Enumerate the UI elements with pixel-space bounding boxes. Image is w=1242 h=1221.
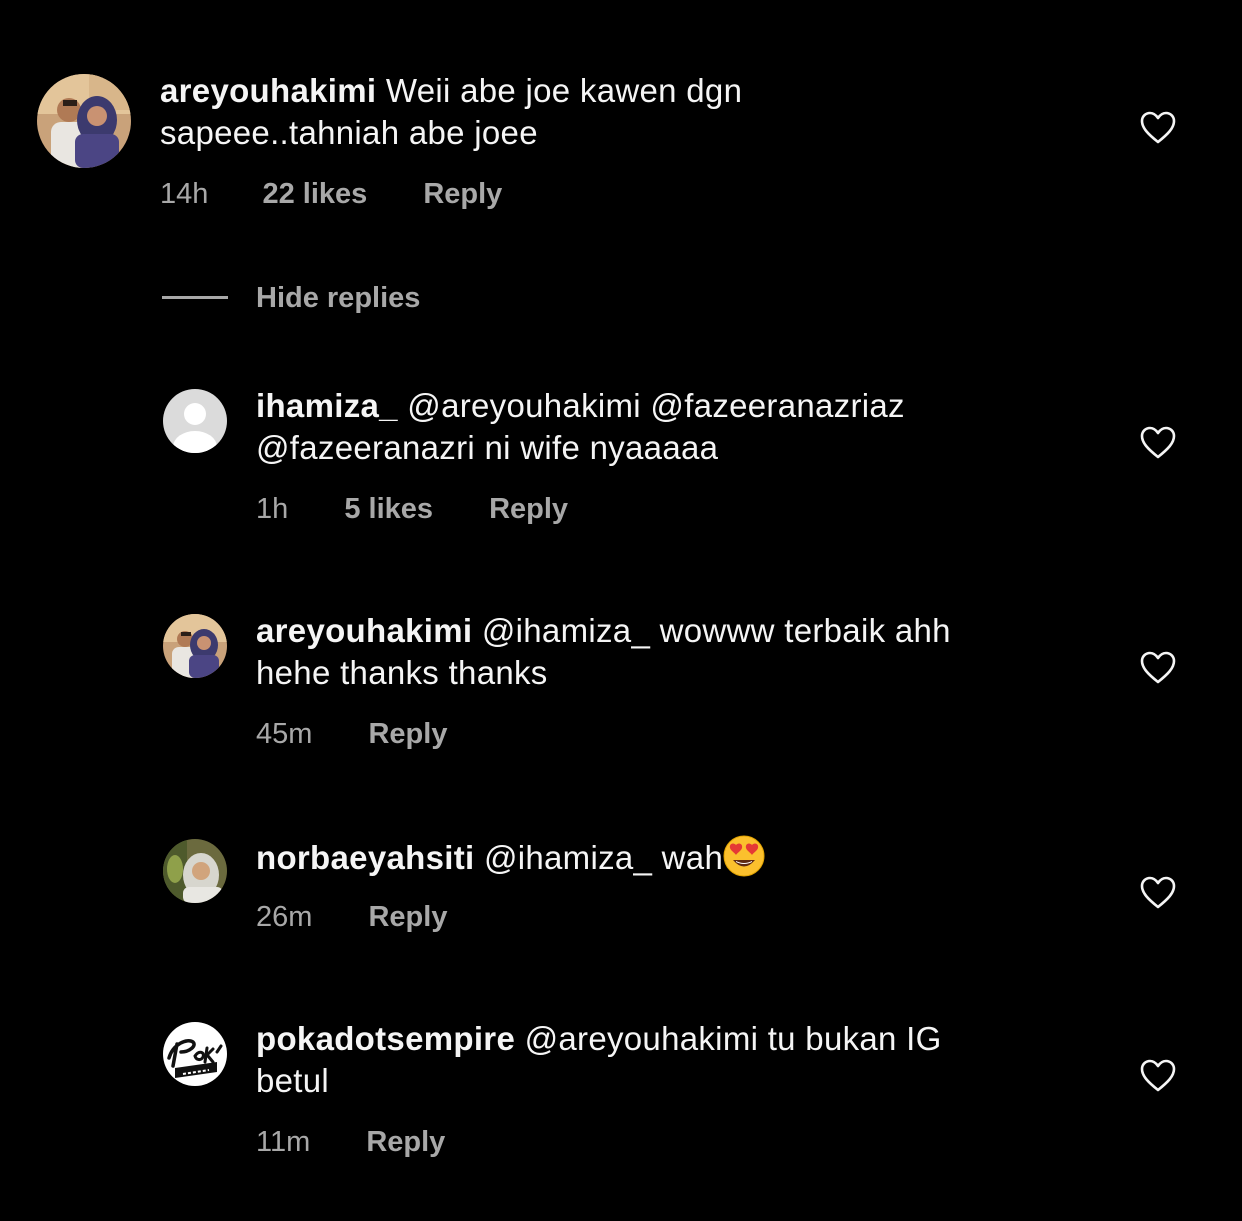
heart-eyes-emoji xyxy=(723,835,765,877)
avatar-woman-photo xyxy=(163,839,227,903)
avatar[interactable] xyxy=(163,389,227,453)
like-button[interactable] xyxy=(1140,651,1176,684)
comment-body-line1: Weii abe joe kawen dgn xyxy=(385,72,743,109)
heart-outline-icon xyxy=(1140,1059,1176,1092)
reply-body-line1: @ihamiza_ wowww terbaik ahh xyxy=(481,612,951,649)
reply-body-line1: @areyouhakimi tu bukan IG xyxy=(524,1020,942,1057)
reply-button[interactable]: Reply xyxy=(368,716,447,752)
reply-button[interactable]: Reply xyxy=(368,899,447,935)
avatar-couple-photo xyxy=(163,614,227,678)
heart-outline-icon xyxy=(1140,876,1176,909)
reply-body-line2: betul xyxy=(256,1062,330,1099)
reply-meta: 1h 5 likes Reply xyxy=(256,491,568,527)
comment-body-line2: sapeee..tahniah abe joee xyxy=(160,114,538,151)
reply-timestamp: 1h xyxy=(256,493,289,525)
like-button[interactable] xyxy=(1140,426,1176,459)
reply-meta: 45m Reply xyxy=(256,716,447,752)
reply-username[interactable]: ihamiza_ xyxy=(256,387,398,424)
pokad-empire-logo xyxy=(163,1022,227,1086)
reply-button[interactable]: Reply xyxy=(423,176,502,212)
reply-body-line1: @areyouhakimi @fazeeranazriaz xyxy=(407,387,905,424)
reply-text: pokadotsempire @areyouhakimi tu bukan IG… xyxy=(256,1018,942,1102)
avatar-couple-photo xyxy=(37,74,131,168)
reply-meta: 26m Reply xyxy=(256,899,447,935)
avatar[interactable] xyxy=(163,839,227,903)
default-avatar-icon xyxy=(163,389,227,453)
like-button[interactable] xyxy=(1140,1059,1176,1092)
reply-text: areyouhakimi @ihamiza_ wowww terbaik ahh… xyxy=(256,610,951,694)
reply-body-line2: hehe thanks thanks xyxy=(256,654,548,691)
comment-timestamp: 14h xyxy=(160,178,209,210)
reply-meta: 11m Reply xyxy=(256,1124,445,1160)
avatar[interactable] xyxy=(163,614,227,678)
reply-text: ihamiza_ @areyouhakimi @fazeeranazriaz @… xyxy=(256,385,905,469)
reply-likes-count[interactable]: 5 likes xyxy=(344,491,433,527)
heart-outline-icon xyxy=(1140,426,1176,459)
reply-timestamp: 45m xyxy=(256,718,313,750)
reply-button[interactable]: Reply xyxy=(489,491,568,527)
comment-text: areyouhakimi Weii abe joe kawen dgn sape… xyxy=(160,70,742,154)
reply-username[interactable]: pokadotsempire xyxy=(256,1020,515,1057)
comment-username[interactable]: areyouhakimi xyxy=(160,72,376,109)
reply-body-line2: @fazeeranazri ni wife nyaaaaa xyxy=(256,429,719,466)
comment-likes-count[interactable]: 22 likes xyxy=(262,176,367,212)
avatar[interactable] xyxy=(37,74,131,168)
reply-button[interactable]: Reply xyxy=(366,1124,445,1160)
comment-meta: 14h 22 likes Reply xyxy=(160,176,502,212)
reply-timestamp: 26m xyxy=(256,901,313,933)
like-button[interactable] xyxy=(1140,111,1176,144)
like-button[interactable] xyxy=(1140,876,1176,909)
reply-body-line1: @ihamiza_ wah xyxy=(483,839,724,876)
reply-timestamp: 11m xyxy=(256,1126,311,1158)
reply-text: norbaeyahsiti @ihamiza_ wah xyxy=(256,835,765,879)
heart-outline-icon xyxy=(1140,111,1176,144)
reply-username[interactable]: norbaeyahsiti xyxy=(256,839,474,876)
divider-line xyxy=(162,296,228,299)
avatar[interactable] xyxy=(163,1022,227,1086)
heart-outline-icon xyxy=(1140,651,1176,684)
hide-replies-label: Hide replies xyxy=(256,282,421,314)
reply-username[interactable]: areyouhakimi xyxy=(256,612,472,649)
